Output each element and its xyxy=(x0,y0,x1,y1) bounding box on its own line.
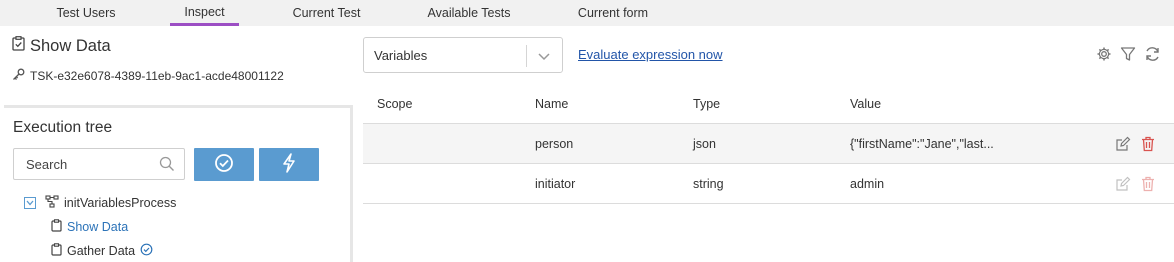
trash-icon[interactable] xyxy=(1141,136,1155,155)
gear-icon[interactable] xyxy=(1096,46,1112,65)
tree-item-gather-data[interactable]: Gather Data xyxy=(51,243,153,259)
complete-button[interactable] xyxy=(194,148,254,181)
trash-icon[interactable] xyxy=(1141,176,1155,195)
tree-item-label: Show Data xyxy=(67,220,129,234)
chevron-down-icon[interactable] xyxy=(537,49,551,66)
task-title-text: Show Data xyxy=(30,36,111,55)
cell-type: json xyxy=(693,137,716,151)
check-circle-icon xyxy=(140,243,153,259)
clipboard-check-icon xyxy=(12,36,25,56)
tree-item-process[interactable]: initVariablesProcess xyxy=(24,195,176,211)
process-icon xyxy=(45,195,59,211)
cell-type: string xyxy=(693,177,724,191)
search-input[interactable] xyxy=(14,149,152,179)
select-value: Variables xyxy=(374,48,428,63)
search-icon[interactable] xyxy=(159,156,175,175)
cell-name: person xyxy=(535,137,574,151)
evaluate-expression-link[interactable]: Evaluate expression now xyxy=(578,47,723,62)
column-header-scope[interactable]: Scope xyxy=(377,97,412,111)
tree-item-show-data[interactable]: Show Data xyxy=(51,219,128,235)
clipboard-icon xyxy=(51,243,62,259)
tab-test-users[interactable]: Test Users xyxy=(40,0,132,26)
cell-value: admin xyxy=(850,177,885,191)
tab-inspect[interactable]: Inspect xyxy=(170,0,239,26)
cell-value: {"firstName":"Jane","last... xyxy=(850,137,994,151)
expand-checkbox[interactable] xyxy=(24,197,36,209)
lightning-icon xyxy=(281,153,297,176)
table-header: Scope Name Type Value xyxy=(363,86,1174,124)
table-row[interactable]: person json {"firstName":"Jane","last... xyxy=(363,124,1174,164)
tree-item-label: initVariablesProcess xyxy=(64,196,177,210)
trigger-button[interactable] xyxy=(259,148,319,181)
left-panel: Show Data TSK-e32e6078-4389-11eb-9ac1-ac… xyxy=(0,26,353,262)
task-id-text: TSK-e32e6078-4389-11eb-9ac1-acde48001122 xyxy=(30,69,284,83)
search-box xyxy=(13,148,185,180)
variables-select[interactable]: Variables xyxy=(363,37,563,73)
key-icon xyxy=(12,68,25,84)
tab-current-form[interactable]: Current form xyxy=(570,0,656,26)
task-id: TSK-e32e6078-4389-11eb-9ac1-acde48001122 xyxy=(12,68,284,84)
table-row[interactable]: initiator string admin xyxy=(363,164,1174,204)
refresh-icon[interactable] xyxy=(1144,46,1161,65)
edit-icon[interactable] xyxy=(1115,176,1131,195)
edit-icon[interactable] xyxy=(1115,136,1131,155)
tree-item-label: Gather Data xyxy=(67,244,136,258)
task-title: Show Data xyxy=(12,36,111,56)
column-header-name[interactable]: Name xyxy=(535,97,568,111)
clipboard-icon xyxy=(51,219,62,235)
tab-available-tests[interactable]: Available Tests xyxy=(418,0,520,26)
check-circle-icon xyxy=(214,153,234,176)
select-divider xyxy=(526,45,527,67)
filter-icon[interactable] xyxy=(1120,46,1136,65)
variables-table: Scope Name Type Value person json {"firs… xyxy=(363,86,1174,262)
execution-tree-title: Execution tree xyxy=(13,119,113,136)
cell-name: initiator xyxy=(535,177,576,191)
column-header-type[interactable]: Type xyxy=(693,97,720,111)
tab-bar: Test Users Inspect Current Test Availabl… xyxy=(0,0,1174,26)
column-header-value[interactable]: Value xyxy=(850,97,881,111)
tab-current-test[interactable]: Current Test xyxy=(284,0,369,26)
execution-tree-panel: Execution tree initVariablesProcess xyxy=(4,108,353,262)
